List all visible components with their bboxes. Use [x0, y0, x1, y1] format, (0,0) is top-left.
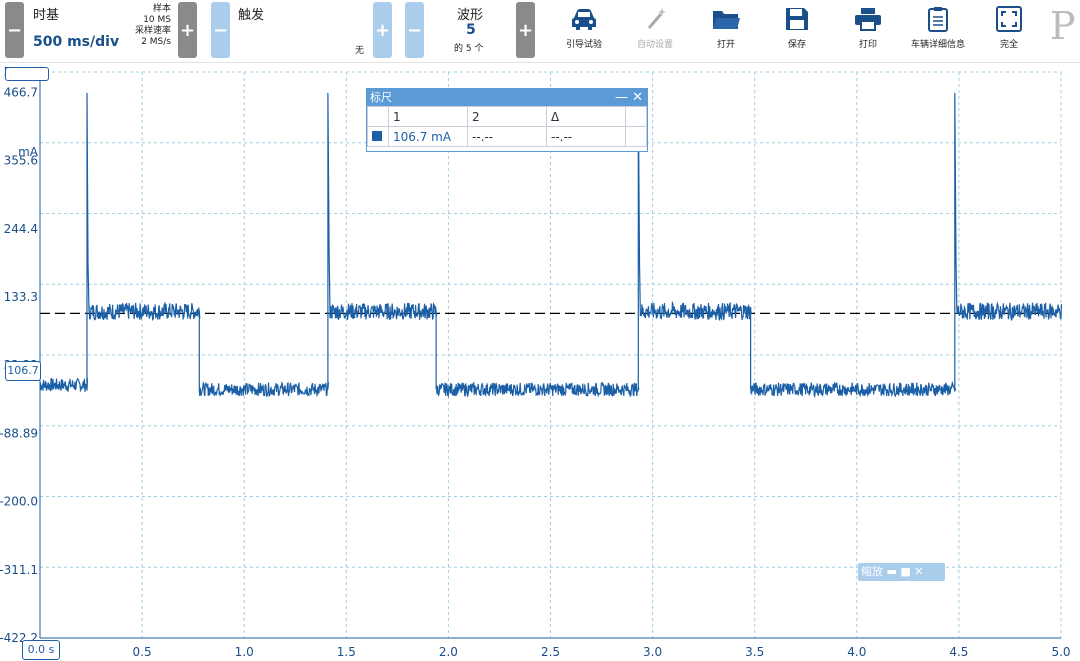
ruler-title: 标尺: [370, 91, 392, 104]
y-tick-label: 133.3: [4, 290, 38, 304]
print-label: 打印: [858, 40, 877, 50]
ruler-value-delta: --.--: [546, 126, 626, 147]
zoom-controls[interactable]: ▬ ■ ✕: [887, 565, 924, 578]
rate-value: 2 MS/s: [141, 37, 171, 47]
printer-icon: [855, 8, 881, 31]
save-icon: [786, 8, 808, 30]
logo: P: [1050, 4, 1076, 48]
y-tick-label: -88.89: [0, 426, 38, 440]
channel-top-marker[interactable]: [5, 67, 49, 81]
trigger-decrease-button[interactable]: −: [211, 2, 230, 58]
samples-label: 样本: [152, 4, 171, 14]
auto-setup-label: 自动设置: [636, 40, 673, 50]
y-tick-label: -200.0: [0, 495, 38, 509]
trigger-group: − 触发 无 +: [211, 2, 393, 58]
fullscreen-label: 完全: [999, 40, 1018, 50]
zoom-label: 缩放: [861, 565, 883, 578]
y-tick-label: 244.4: [4, 222, 38, 236]
waveform-group: − 波形 5 的 5 个 +: [405, 2, 535, 58]
timebase-group: − 时基 500 ms/div 样本 10 MS 采样速率 2 MS/s +: [5, 2, 197, 58]
minimize-icon[interactable]: —: [615, 90, 628, 105]
x-tick-label: 5.0: [1051, 645, 1070, 659]
ruler-header: 标尺 — ✕: [367, 89, 647, 106]
samples-info: 样本 10 MS 采样速率 2 MS/s: [135, 4, 171, 48]
timebase-title: 时基: [33, 8, 60, 23]
x-tick-label: 2.0: [439, 645, 458, 659]
trigger-mode[interactable]: 无: [355, 46, 364, 57]
guided-test-label: 引导试验: [565, 40, 602, 50]
ruler-blank-cell: [625, 106, 647, 127]
vehicle-details-label: 车辆详细信息: [910, 40, 965, 50]
save-label: 保存: [787, 40, 806, 50]
waveform-count: 的 5 个: [454, 44, 484, 54]
guided-test-button[interactable]: 引导试验: [548, 2, 620, 58]
ruler-channel-swatch: [367, 126, 389, 147]
reference-level-marker[interactable]: 106.7: [5, 361, 41, 381]
ruler-value-2: --.--: [467, 126, 547, 147]
magic-wand-icon: [647, 8, 666, 29]
waveform-title: 波形: [457, 8, 484, 23]
fullscreen-icon: [996, 6, 1022, 32]
ruler-value-1: 106.7 mA: [388, 126, 468, 147]
timebase-value[interactable]: 500 ms/div: [33, 34, 119, 50]
fullscreen-button[interactable]: 完全: [973, 2, 1045, 58]
x-tick-label: 2.5: [541, 645, 560, 659]
car-icon: [572, 9, 596, 30]
open-label: 打开: [716, 40, 735, 50]
ruler-table: 1 2 Δ 106.7 mA --.-- --.--: [367, 106, 647, 147]
close-icon[interactable]: ✕: [632, 90, 643, 105]
time-marker[interactable]: 0.0 s: [22, 640, 60, 660]
toolbar: − 时基 500 ms/div 样本 10 MS 采样速率 2 MS/s + −…: [0, 0, 1080, 63]
trigger-title: 触发: [238, 8, 265, 23]
waveform-previous-button[interactable]: −: [405, 2, 424, 58]
x-tick-label: 4.0: [847, 645, 866, 659]
x-tick-label: 3.0: [643, 645, 662, 659]
x-tick-label: 1.0: [235, 645, 254, 659]
open-button[interactable]: 打开: [690, 2, 762, 58]
y-unit-label: mA: [18, 145, 39, 159]
ruler-corner-cell: [367, 106, 389, 127]
clipboard-icon: [928, 7, 948, 32]
x-tick-label: 1.5: [337, 645, 356, 659]
y-tick-label: -311.1: [0, 563, 38, 577]
ruler-blank-cell-2: [625, 126, 647, 147]
ruler-col2-header: 2: [467, 106, 547, 127]
ruler-controls: — ✕: [615, 89, 643, 106]
timebase-decrease-button[interactable]: −: [5, 2, 24, 58]
save-button[interactable]: 保存: [761, 2, 833, 58]
ruler-panel[interactable]: 标尺 — ✕ 1 2 Δ 106.7 mA --.-- --.--: [366, 88, 648, 152]
rate-label: 采样速率: [134, 26, 171, 36]
x-tick-label: 4.5: [949, 645, 968, 659]
vehicle-details-button[interactable]: 车辆详细信息: [902, 2, 974, 58]
samples-value: 10 MS: [143, 15, 171, 25]
auto-setup-button[interactable]: 自动设置: [619, 2, 691, 58]
waveform-number: 5: [466, 22, 476, 38]
timebase-increase-button[interactable]: +: [178, 2, 197, 58]
ruler-col3-header: Δ: [546, 106, 626, 127]
trigger-increase-button[interactable]: +: [373, 2, 392, 58]
zoom-panel[interactable]: 缩放 ▬ ■ ✕: [858, 563, 945, 581]
folder-icon: [713, 11, 740, 29]
y-tick-label: 466.7: [4, 85, 38, 99]
x-tick-label: 3.5: [745, 645, 764, 659]
print-button[interactable]: 打印: [832, 2, 904, 58]
ruler-col1-header: 1: [388, 106, 468, 127]
waveform-next-button[interactable]: +: [516, 2, 535, 58]
x-tick-label: 0.5: [133, 645, 152, 659]
